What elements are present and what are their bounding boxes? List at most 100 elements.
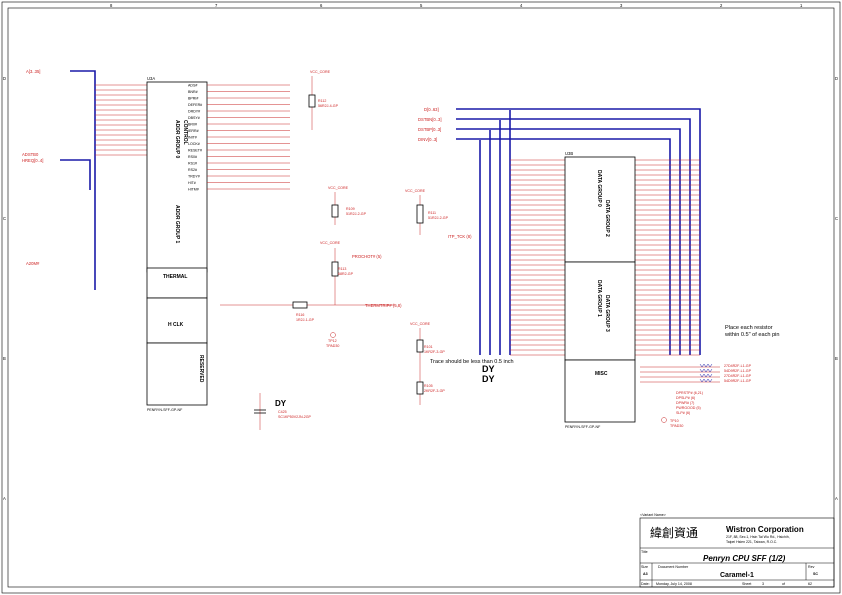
u3a-hclk-block: H CLK [168,322,184,328]
border-row-b: B [3,356,6,361]
r111-ref: R111 [428,211,436,215]
u3a-reserved-box [146,342,208,406]
rev-label: Rev [808,565,815,569]
u3a-right-pin-label: RS0# [188,155,197,159]
border-row-d: D [3,76,6,81]
outer-frame [1,1,841,594]
cpu-u3a: U3A ADDR GROUP 0 CONTROL ADDR GROUP 1 TH… [146,76,208,412]
comp-r1: 27D4R2F-L1-GP [724,364,752,368]
size-value: A3 [643,572,648,576]
r112-val: 56R2J-4-GP [318,104,339,108]
schematic-sheet: 8 7 6 5 4 3 2 1 D C B A D C B A A[3..35]… [1,1,841,594]
u3a-part: PENRYN-SFF-GP-NF [147,408,183,412]
u3a-right-pin-label: RS1# [188,161,197,165]
u3a-addr1-block: ADDR GROUP 1 [174,205,180,243]
prochot-label: PROCHOT# (5) [352,254,382,259]
cpu-l4: PWRGOOD (5) [676,406,701,410]
border-col-5: 5 [420,3,423,8]
u3b-ref: U3B [565,151,573,156]
comp-r3: 27D4R2F-L1-GP [724,374,752,378]
tp12-pad [330,332,336,338]
u3a-reserved-block: RESERVED [198,355,204,383]
itp-label: ITP_TCK (8) [448,234,472,239]
r116-ref: R116 [296,313,304,317]
place-note-1: Place each resistor [725,325,773,331]
dinv-bus-line [456,138,671,355]
u3b-data0: DATA GROUP 0 [596,170,602,207]
dy-label-1: DY [482,364,495,374]
capacitor-c425: DY C425 SC1KP50V2JN-2GP [254,393,312,430]
r112-body [308,94,316,108]
border-index: 8 7 6 5 4 3 2 1 D C B A D C B A [3,3,838,501]
a-bus-line [70,70,96,290]
of-label: of [782,582,785,586]
docnum-value: Caramel-1 [720,572,754,579]
vref-divider: VCC_CORE R101 1KR2F-3-GP R105 2KR2F-3-GP… [410,322,514,405]
u3a-right-pin-label: RS2# [188,168,197,172]
r109-body [331,204,339,218]
border-col-4: 4 [520,3,523,8]
r109-val: 51R2J-2-GP [346,212,367,216]
address-bus-left: A[3..35] ADSTB0 HREQ[0..4] A20M# [22,69,96,290]
title-label: Title [641,550,648,554]
r112-ref: R112 [318,99,326,103]
u3a-right-pin-label: IERR# [188,129,199,133]
thermtrip-label: THERMTRIP# (5,8) [365,303,402,308]
border-col-3: 3 [620,3,623,8]
tp12-ref: TP12 [328,339,337,343]
c425-ref: C425 [278,410,287,414]
company-address-2: Taipei Hsien 221, Taiwan, R.O.C. [726,540,777,544]
border-col-6: 6 [320,3,323,8]
u3a-right-pin-label: RESET# [188,148,202,152]
u3a-right-pin-label: BNR# [188,90,198,94]
tp10-ref: TP10 [670,419,679,423]
hreq-label: HREQ[0..4] [22,158,43,163]
r113-ref: R113 [338,267,346,271]
u3a-right-pin-label: TRDY# [188,174,200,178]
place-note-2: within 0.5" of each pin [724,332,780,338]
u3b-part: PENRYN-SFF-GP-NF [565,425,601,429]
u3a-addr0-block: ADDR GROUP 0 [174,120,180,158]
border-col-7: 7 [215,3,218,8]
u3b-data1: DATA GROUP 1 [596,280,602,317]
drawing-title: Penryn CPU SFF (1/2) [703,554,786,563]
cpu-l5: SLP# (6) [676,411,690,415]
border-col-1: 1 [800,3,803,8]
c425-dy: DY [275,399,287,408]
data-bus-right: D[0..63] DSTBN[0..3] DSTBP[0..3] DINV[0.… [418,107,701,355]
r101-ref: R101 [424,345,433,349]
r111-body [416,204,424,224]
adstb-label: ADSTB0 [22,152,39,157]
cpu-l3: DPWR# (7) [676,401,694,405]
trace-note: Trace should be less than 0.5 inch [430,359,514,365]
company-logo: 緯創資通 [650,525,698,540]
u3a-right-pin-label: HITM# [188,187,199,191]
u3a-right-pin-label: LOCK# [188,142,200,146]
comp-r2: 54D9R2F-L1-GP [724,369,752,373]
r105-body [416,381,424,395]
vcc-r113: VCC_CORE [320,241,341,245]
cpu-u3b: U3B DATA GROUP 0 DATA GROUP 2 DATA GROUP… [564,151,636,429]
docnum-label: Document Number [658,565,689,569]
r111-val: 51R2J-2-GP [428,216,449,220]
a20m-label: A20M# [26,261,40,266]
border-col-2: 2 [720,3,723,8]
sheet-label: Sheet [742,582,751,586]
r101-body [416,339,424,353]
comp-r4: 54D9R2F-L1-GP [724,379,752,383]
date-value: Monday, July 14, 2008 [656,582,692,586]
rev-value: SC [813,572,818,576]
r101-val: 1KR2F-3-GP [424,350,445,354]
company-address-1: 21F, 88, Sec.1, Hsin Tai Wu Rd., Hsichih… [726,535,790,539]
u3a-right-pin-label: DBSY# [188,116,200,120]
u3b-data2: DATA GROUP 2 [604,200,610,237]
tp10-pad [661,417,667,423]
r116-val: 1R2J-1-GP [296,318,315,322]
u3a-right-pin-label: BR0# [188,122,197,126]
hreq-bus-line [60,159,91,190]
dstbn-label: DSTBN[0..3] [418,117,442,122]
title-block: <Variant Name> 緯創資通 Wistron Corporation … [639,513,835,588]
border-row-c: C [3,216,6,221]
u3a-right-pin-label: HIT# [188,181,196,185]
u3a-right-pin-label: ADS# [188,83,197,87]
